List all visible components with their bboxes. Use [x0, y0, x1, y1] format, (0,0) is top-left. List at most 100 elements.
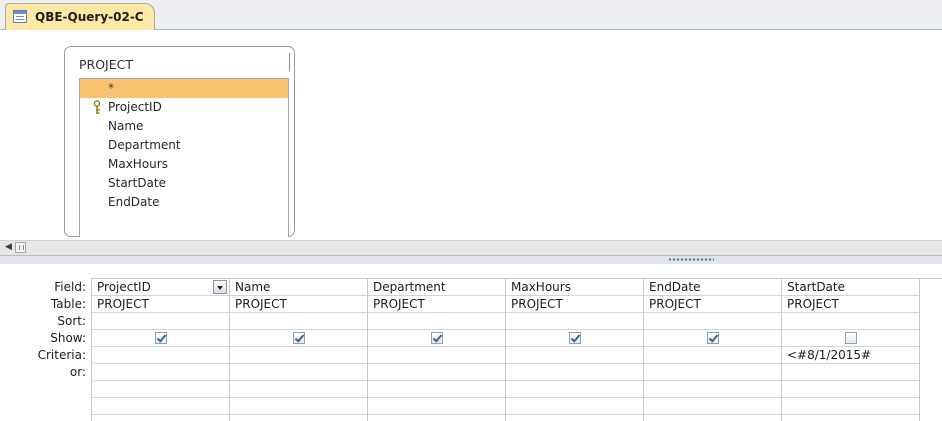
- table-cell-value: PROJECT: [511, 297, 563, 311]
- table-cell[interactable]: PROJECT: [368, 296, 505, 313]
- table-cell-value: PROJECT: [649, 297, 701, 311]
- scroll-left-arrow-icon[interactable]: ◀: [3, 242, 14, 253]
- scrollbar-thumb[interactable]: [15, 242, 26, 253]
- table-cell-value: PROJECT: [787, 297, 839, 311]
- sort-cell[interactable]: [368, 313, 505, 330]
- field-list-item-label: Department: [108, 138, 181, 152]
- grid-empty-cell[interactable]: [92, 381, 229, 398]
- field-list-item-label: Name: [108, 119, 144, 133]
- grid-empty-cell[interactable]: [368, 381, 505, 398]
- field-list-item[interactable]: *: [80, 79, 288, 98]
- field-cell[interactable]: Department: [368, 279, 505, 296]
- criteria-cell[interactable]: [368, 347, 505, 364]
- grid-row-labels: Field: Table: Sort: Show: Criteria: or:: [0, 279, 90, 381]
- grid-empty-cell[interactable]: [230, 398, 367, 415]
- grid-column: EndDate PROJECT: [644, 279, 782, 421]
- table-cell[interactable]: PROJECT: [782, 296, 919, 313]
- field-cell-value: Department: [373, 280, 446, 294]
- field-list-title: PROJECT: [79, 57, 134, 72]
- criteria-cell[interactable]: [230, 347, 367, 364]
- show-checkbox[interactable]: [155, 332, 167, 344]
- field-list-item-label: EndDate: [108, 195, 160, 209]
- field-list-item-label: ProjectID: [108, 100, 162, 114]
- grid-empty-cell[interactable]: [230, 381, 367, 398]
- chevron-down-icon[interactable]: [213, 280, 227, 294]
- field-list-item[interactable]: StartDate: [80, 174, 288, 193]
- field-list-resize-handle[interactable]: [289, 53, 290, 71]
- show-checkbox[interactable]: [707, 332, 719, 344]
- row-label-criteria: Criteria:: [37, 348, 86, 362]
- show-checkbox[interactable]: [845, 332, 857, 344]
- show-cell[interactable]: [230, 330, 367, 347]
- show-cell[interactable]: [368, 330, 505, 347]
- sort-cell[interactable]: [782, 313, 919, 330]
- query-tab[interactable]: QBE-Query-02-C: [5, 3, 155, 30]
- grid-empty-cell[interactable]: [368, 398, 505, 415]
- table-cell-value: PROJECT: [373, 297, 425, 311]
- grid-empty-cell[interactable]: [644, 381, 781, 398]
- field-list-item[interactable]: EndDate: [80, 193, 288, 212]
- row-label-sort: Sort:: [57, 314, 86, 328]
- or-cell[interactable]: [782, 364, 919, 381]
- sort-cell[interactable]: [644, 313, 781, 330]
- design-pane-scrollbar[interactable]: ◀: [0, 240, 942, 255]
- table-cell-value: PROJECT: [235, 297, 287, 311]
- grid-empty-cell[interactable]: [644, 398, 781, 415]
- row-label-field: Field:: [54, 280, 86, 294]
- table-cell-value: PROJECT: [97, 297, 149, 311]
- criteria-cell[interactable]: [644, 347, 781, 364]
- field-cell-value: MaxHours: [511, 280, 571, 294]
- show-checkbox[interactable]: [431, 332, 443, 344]
- field-cell[interactable]: StartDate: [782, 279, 919, 296]
- field-list-window[interactable]: PROJECT * ProjectID Name Department MaxHours…: [64, 46, 295, 237]
- or-cell[interactable]: [368, 364, 505, 381]
- row-label-show: Show:: [50, 331, 86, 345]
- grid-empty-cell[interactable]: [782, 398, 919, 415]
- field-list: * ProjectID Name Department MaxHours StartDat…: [79, 78, 289, 237]
- splitter-grip[interactable]: [668, 258, 714, 261]
- sort-cell[interactable]: [230, 313, 367, 330]
- field-cell[interactable]: Name: [230, 279, 367, 296]
- show-cell[interactable]: [92, 330, 229, 347]
- document-tab-strip: QBE-Query-02-C: [0, 0, 942, 30]
- field-list-item[interactable]: ProjectID: [80, 98, 288, 117]
- criteria-cell[interactable]: [506, 347, 643, 364]
- grid-empty-cell[interactable]: [782, 381, 919, 398]
- field-list-item[interactable]: MaxHours: [80, 155, 288, 174]
- or-cell[interactable]: [230, 364, 367, 381]
- show-cell[interactable]: [782, 330, 919, 347]
- grid-empty-cell[interactable]: [506, 398, 643, 415]
- row-label-or: or:: [69, 365, 86, 379]
- field-list-item[interactable]: Department: [80, 136, 288, 155]
- query-design-pane: PROJECT * ProjectID Name Department MaxHours…: [0, 30, 942, 239]
- show-checkbox[interactable]: [569, 332, 581, 344]
- field-cell[interactable]: EndDate: [644, 279, 781, 296]
- table-cell[interactable]: PROJECT: [230, 296, 367, 313]
- field-cell-value: StartDate: [787, 280, 845, 294]
- query-grid-pane: Field: Table: Sort: Show: Criteria: or: …: [0, 264, 942, 421]
- grid-column: ProjectID PROJECT: [92, 279, 230, 421]
- show-cell[interactable]: [644, 330, 781, 347]
- grid-empty-cell[interactable]: [506, 381, 643, 398]
- table-cell[interactable]: PROJECT: [92, 296, 229, 313]
- or-cell[interactable]: [92, 364, 229, 381]
- or-cell[interactable]: [506, 364, 643, 381]
- criteria-cell[interactable]: <#8/1/2015#: [782, 347, 919, 364]
- sort-cell[interactable]: [506, 313, 643, 330]
- table-cell[interactable]: PROJECT: [506, 296, 643, 313]
- field-cell-value: EndDate: [649, 280, 701, 294]
- criteria-cell[interactable]: [92, 347, 229, 364]
- field-list-item-label: MaxHours: [108, 157, 168, 171]
- or-cell[interactable]: [644, 364, 781, 381]
- show-cell[interactable]: [506, 330, 643, 347]
- field-cell-value: Name: [235, 280, 271, 294]
- field-cell[interactable]: MaxHours: [506, 279, 643, 296]
- sort-cell[interactable]: [92, 313, 229, 330]
- field-list-item-label: *: [108, 81, 114, 95]
- field-list-item[interactable]: Name: [80, 117, 288, 136]
- grid-empty-cell[interactable]: [92, 398, 229, 415]
- table-cell[interactable]: PROJECT: [644, 296, 781, 313]
- field-cell[interactable]: ProjectID: [92, 279, 229, 296]
- query-design-grid: ProjectID PROJECT Name PROJECT Department PRO…: [91, 278, 942, 421]
- show-checkbox[interactable]: [293, 332, 305, 344]
